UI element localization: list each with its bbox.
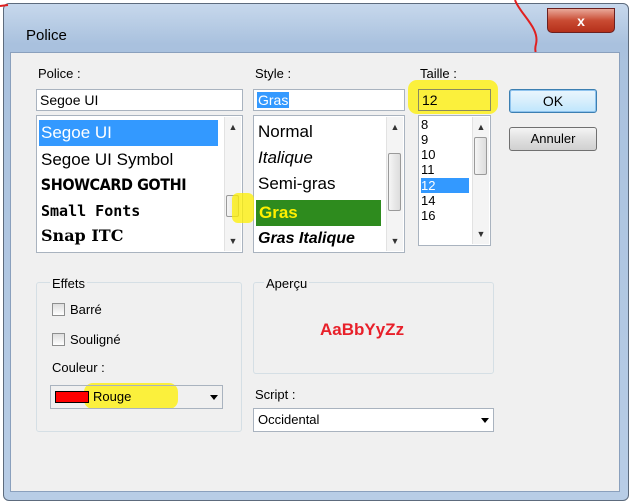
style-list[interactable]: Normal Italique Semi-gras Gras Gras Ital…: [253, 115, 405, 253]
style-input-value: Gras: [257, 92, 290, 108]
cancel-button[interactable]: Annuler: [509, 127, 597, 151]
style-list-scrollbar[interactable]: ▲ ▼: [386, 117, 403, 251]
strikeout-checkbox[interactable]: [52, 303, 65, 316]
list-item[interactable]: Segoe UI Symbol: [39, 148, 173, 172]
scroll-thumb[interactable]: [388, 153, 401, 211]
list-item[interactable]: Italique: [256, 146, 313, 170]
list-item[interactable]: Segoe UI: [39, 120, 218, 146]
list-item[interactable]: 14: [421, 194, 435, 208]
list-item[interactable]: 8: [421, 118, 428, 132]
effects-group: [36, 282, 242, 432]
scroll-down-icon[interactable]: ▼: [225, 233, 241, 249]
effects-group-label: Effets: [50, 276, 88, 291]
color-combo[interactable]: Rouge: [50, 385, 223, 409]
list-item[interactable]: 16: [421, 209, 435, 223]
font-list[interactable]: Segoe UI Segoe UI Symbol SHOWCARD GOTHI …: [36, 115, 243, 253]
highlight-mark: [232, 193, 254, 223]
list-item[interactable]: 9: [421, 133, 428, 147]
scroll-thumb[interactable]: [474, 137, 487, 175]
chevron-down-icon: [210, 395, 218, 400]
list-item[interactable]: Gras: [256, 200, 381, 226]
chevron-down-icon: [481, 418, 489, 423]
list-item[interactable]: SHOWCARD GOTHI: [39, 173, 187, 197]
dialog-title: Police: [26, 27, 67, 44]
strikeout-label: Barré: [70, 302, 102, 317]
color-label: Couleur :: [52, 360, 105, 375]
underline-label: Souligné: [70, 332, 121, 347]
list-item[interactable]: Small Fonts: [39, 199, 140, 223]
scroll-up-icon[interactable]: ▲: [225, 119, 241, 135]
script-label: Script :: [255, 387, 296, 402]
close-icon: x: [577, 13, 585, 29]
size-list[interactable]: 8 9 10 11 12 14 16 ▲ ▼: [418, 115, 491, 246]
color-value: Rouge: [93, 389, 132, 404]
font-label: Police :: [38, 66, 81, 81]
preview-sample: AaBbYyZz: [320, 320, 405, 339]
list-item[interactable]: Snap ITC: [39, 224, 123, 248]
script-combo[interactable]: Occidental: [253, 408, 494, 432]
list-item[interactable]: 11: [421, 163, 435, 177]
close-button[interactable]: x: [547, 8, 615, 33]
script-value: Occidental: [258, 412, 320, 427]
list-item[interactable]: Semi-gras: [256, 172, 335, 196]
scroll-down-icon[interactable]: ▼: [473, 226, 489, 242]
size-input[interactable]: 12: [418, 89, 491, 111]
font-name-input[interactable]: Segoe UI: [36, 89, 243, 111]
underline-checkbox[interactable]: [52, 333, 65, 346]
list-item[interactable]: 10: [421, 148, 435, 162]
list-item[interactable]: 12: [421, 178, 469, 193]
size-list-scrollbar[interactable]: ▲ ▼: [472, 117, 489, 244]
style-label: Style :: [255, 66, 292, 81]
size-label: Taille :: [420, 66, 457, 81]
scroll-up-icon[interactable]: ▲: [473, 119, 489, 135]
list-item[interactable]: Normal: [256, 120, 313, 144]
scroll-down-icon[interactable]: ▼: [387, 233, 403, 249]
color-swatch: [55, 391, 89, 403]
preview-group-label: Aperçu: [264, 276, 310, 291]
ok-button[interactable]: OK: [509, 89, 597, 113]
scroll-up-icon[interactable]: ▲: [387, 119, 403, 135]
list-item[interactable]: Gras Italique: [256, 227, 355, 251]
font-list-scrollbar[interactable]: ▲ ▼: [224, 117, 241, 251]
style-input[interactable]: Gras: [253, 89, 405, 111]
